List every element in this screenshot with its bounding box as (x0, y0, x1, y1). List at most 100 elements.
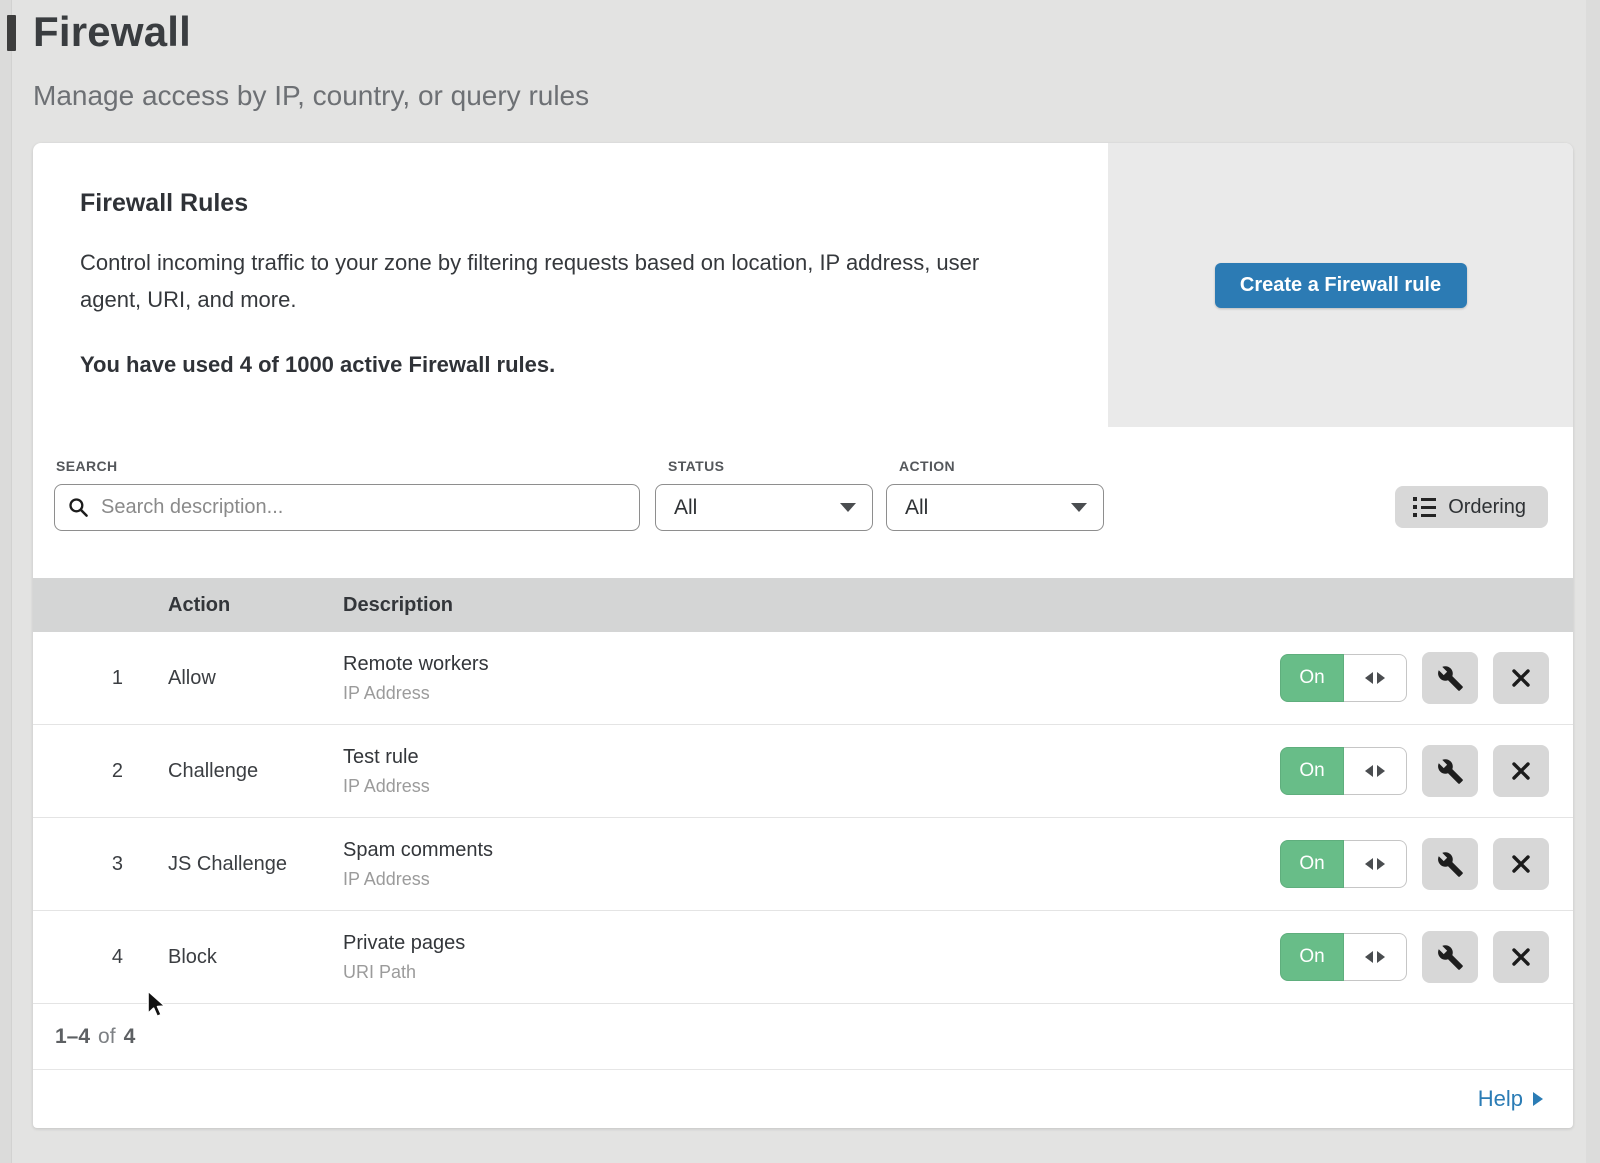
edit-rule-button[interactable] (1422, 838, 1478, 890)
rule-description: Private pages (343, 932, 1279, 955)
toggle-handle[interactable] (1344, 747, 1407, 795)
page-subtitle: Manage access by IP, country, or query r… (33, 80, 589, 112)
rule-description-cell: Private pages URI Path (310, 932, 1279, 983)
window-edge-notch (7, 15, 16, 51)
rule-enabled-toggle[interactable]: On (1280, 654, 1407, 702)
search-label: SEARCH (56, 458, 118, 474)
table-row: 1 Allow Remote workers IP Address On (33, 632, 1573, 725)
arrow-right-icon (1533, 1092, 1543, 1106)
rule-match-type: IP Address (343, 869, 1279, 890)
rule-enabled-toggle[interactable]: On (1280, 840, 1407, 888)
rule-action: Challenge (135, 760, 310, 783)
chevron-down-icon (1071, 503, 1087, 512)
firewall-rules-card: Firewall Rules Control incoming traffic … (33, 143, 1573, 1128)
ordering-button[interactable]: Ordering (1395, 486, 1548, 528)
edit-rule-button[interactable] (1422, 745, 1478, 797)
search-box (54, 484, 640, 531)
rule-description: Test rule (343, 746, 1279, 769)
wrench-icon (1437, 665, 1464, 692)
panel-usage: You have used 4 of 1000 active Firewall … (80, 352, 1068, 378)
rule-description: Spam comments (343, 839, 1279, 862)
search-icon (68, 497, 89, 518)
rule-priority: 1 (33, 667, 135, 690)
status-select-value: All (674, 496, 697, 520)
rule-action: JS Challenge (135, 853, 310, 876)
delete-rule-button[interactable] (1493, 838, 1549, 890)
action-select[interactable]: All (886, 484, 1104, 531)
action-column-header: Action (135, 594, 310, 617)
arrow-right-icon (1377, 858, 1385, 870)
table-row: 3 JS Challenge Spam comments IP Address … (33, 818, 1573, 911)
create-firewall-rule-button[interactable]: Create a Firewall rule (1215, 263, 1467, 308)
panel-title: Firewall Rules (80, 189, 1068, 218)
delete-rule-button[interactable] (1493, 931, 1549, 983)
close-icon (1509, 666, 1533, 690)
rule-controls: On (1279, 931, 1573, 983)
chevron-down-icon (840, 503, 856, 512)
table-row: 4 Block Private pages URI Path On (33, 911, 1573, 1004)
arrow-left-icon (1365, 858, 1373, 870)
edit-rule-button[interactable] (1422, 652, 1478, 704)
arrow-left-icon (1365, 765, 1373, 777)
panel-description: Control incoming traffic to your zone by… (80, 244, 1040, 318)
rule-priority: 2 (33, 760, 135, 783)
firewall-rules-summary: Firewall Rules Control incoming traffic … (33, 143, 1573, 427)
wrench-icon (1437, 851, 1464, 878)
arrow-left-icon (1365, 672, 1373, 684)
status-select[interactable]: All (655, 484, 873, 531)
rules-table-header: Action Description (33, 578, 1573, 632)
action-select-value: All (905, 496, 928, 520)
table-row: 2 Challenge Test rule IP Address On (33, 725, 1573, 818)
toggle-on-label: On (1280, 840, 1344, 888)
pagination-total: 4 (124, 1025, 136, 1049)
rule-priority: 4 (33, 946, 135, 969)
window-right-edge (1586, 0, 1600, 1163)
action-label: ACTION (899, 458, 955, 474)
pagination-range: 1–4 (55, 1025, 90, 1049)
close-icon (1509, 945, 1533, 969)
toggle-on-label: On (1280, 654, 1344, 702)
description-column-header: Description (310, 594, 1279, 617)
rule-controls: On (1279, 745, 1573, 797)
status-label: STATUS (668, 458, 724, 474)
firewall-page: { "page": { "title": "Firewall", "subtit… (0, 0, 1600, 1163)
rule-controls: On (1279, 652, 1573, 704)
toggle-on-label: On (1280, 933, 1344, 981)
close-icon (1509, 759, 1533, 783)
rule-controls: On (1279, 838, 1573, 890)
toggle-handle[interactable] (1344, 654, 1407, 702)
toggle-handle[interactable] (1344, 840, 1407, 888)
rule-description: Remote workers (343, 653, 1279, 676)
rule-description-cell: Test rule IP Address (310, 746, 1279, 797)
pagination: 1–4 of 4 (33, 1004, 1573, 1070)
search-input[interactable] (54, 484, 640, 531)
delete-rule-button[interactable] (1493, 652, 1549, 704)
pagination-of: of (98, 1025, 116, 1049)
rule-enabled-toggle[interactable]: On (1280, 747, 1407, 795)
rule-priority: 3 (33, 853, 135, 876)
list-icon (1413, 497, 1436, 517)
rule-match-type: IP Address (343, 683, 1279, 704)
rule-description-cell: Spam comments IP Address (310, 839, 1279, 890)
firewall-rules-summary-text: Firewall Rules Control incoming traffic … (33, 143, 1108, 427)
page-header: Firewall Manage access by IP, country, o… (33, 8, 589, 112)
toggle-on-label: On (1280, 747, 1344, 795)
arrow-left-icon (1365, 951, 1373, 963)
arrow-right-icon (1377, 765, 1385, 777)
window-left-edge (0, 0, 12, 1163)
close-icon (1509, 852, 1533, 876)
help-link[interactable]: Help (1478, 1086, 1543, 1112)
rule-match-type: URI Path (343, 962, 1279, 983)
delete-rule-button[interactable] (1493, 745, 1549, 797)
edit-rule-button[interactable] (1422, 931, 1478, 983)
create-rule-panel: Create a Firewall rule (1108, 143, 1573, 427)
arrow-right-icon (1377, 951, 1385, 963)
rule-match-type: IP Address (343, 776, 1279, 797)
ordering-button-label: Ordering (1448, 496, 1526, 519)
rule-enabled-toggle[interactable]: On (1280, 933, 1407, 981)
rules-table-body: 1 Allow Remote workers IP Address On (33, 632, 1573, 1004)
toggle-handle[interactable] (1344, 933, 1407, 981)
arrow-right-icon (1377, 672, 1385, 684)
rule-action: Allow (135, 667, 310, 690)
filter-bar: SEARCH STATUS All ACTION All Ordering (33, 427, 1573, 578)
